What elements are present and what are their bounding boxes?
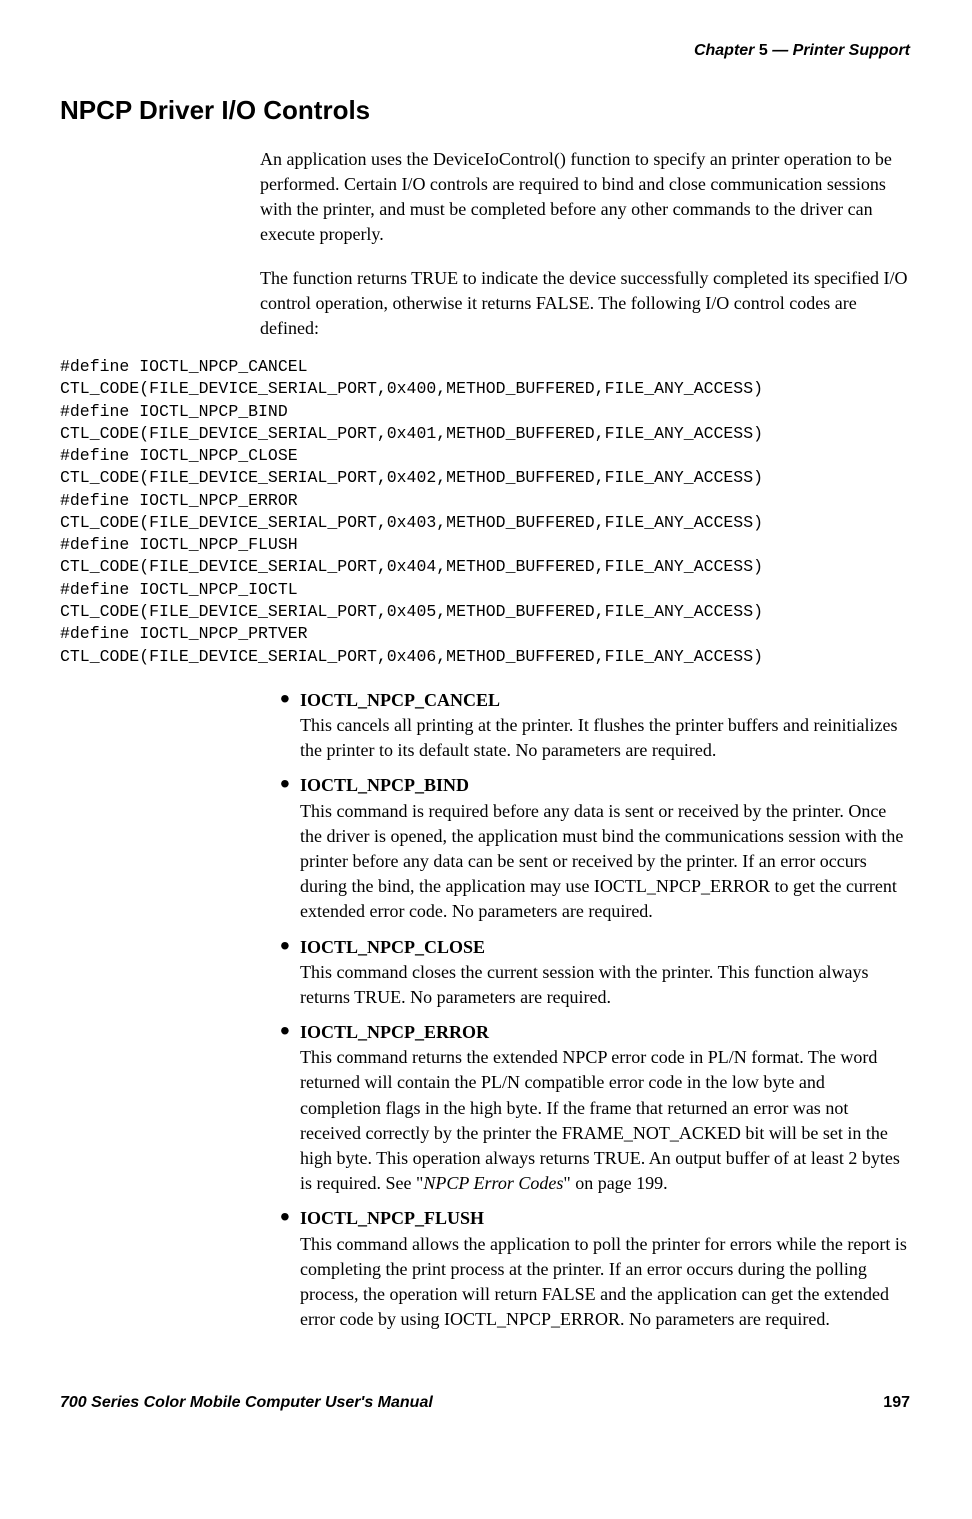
footer-title: 700 Series Color Mobile Computer User's … <box>60 1392 433 1414</box>
desc-italic: NPCP Error Codes <box>423 1173 563 1193</box>
item-description: This command allows the application to p… <box>300 1232 910 1333</box>
list-item: IOCTL_NPCP_CLOSE This command closes the… <box>280 935 910 1011</box>
chapter-title: Printer Support <box>793 42 910 59</box>
list-item: IOCTL_NPCP_BIND This command is required… <box>280 773 910 924</box>
item-title: IOCTL_NPCP_ERROR <box>300 1020 910 1045</box>
item-description: This command closes the current session … <box>300 960 910 1010</box>
section-title: NPCP Driver I/O Controls <box>60 92 910 128</box>
chapter-number: 5 <box>759 42 768 59</box>
item-description: This command is required before any data… <box>300 799 910 925</box>
item-description: This cancels all printing at the printer… <box>300 713 910 763</box>
list-item: IOCTL_NPCP_CANCEL This cancels all print… <box>280 688 910 764</box>
list-item: IOCTL_NPCP_FLUSH This command allows the… <box>280 1206 910 1332</box>
header-separator: — <box>772 42 788 59</box>
ioctl-list: IOCTL_NPCP_CANCEL This cancels all print… <box>260 688 910 1333</box>
item-title: IOCTL_NPCP_CLOSE <box>300 935 910 960</box>
item-title: IOCTL_NPCP_CANCEL <box>300 688 910 713</box>
paragraph-2: The function returns TRUE to indicate th… <box>260 266 910 342</box>
list-item: IOCTL_NPCP_ERROR This command returns th… <box>280 1020 910 1196</box>
desc-post: " on page 199. <box>563 1173 667 1193</box>
code-definitions: #define IOCTL_NPCP_CANCEL CTL_CODE(FILE_… <box>60 356 910 668</box>
page-footer: 700 Series Color Mobile Computer User's … <box>60 1392 910 1414</box>
desc-pre: This command returns the extended NPCP e… <box>300 1047 900 1193</box>
chapter-label: Chapter <box>694 42 754 59</box>
item-title: IOCTL_NPCP_BIND <box>300 773 910 798</box>
page-number: 197 <box>883 1392 910 1414</box>
item-description: This command returns the extended NPCP e… <box>300 1045 910 1196</box>
paragraph-1: An application uses the DeviceIoControl(… <box>260 147 910 248</box>
item-title: IOCTL_NPCP_FLUSH <box>300 1206 910 1231</box>
page-header: Chapter 5 — Printer Support <box>60 40 910 62</box>
